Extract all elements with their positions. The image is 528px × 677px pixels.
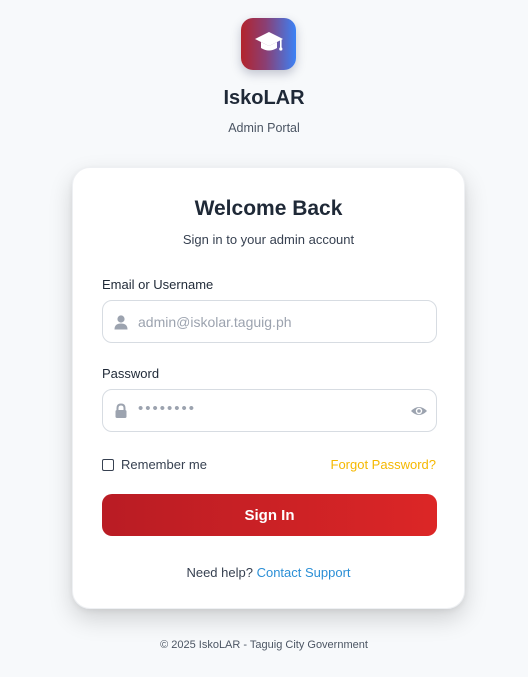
remember-checkbox[interactable] [102, 458, 114, 471]
user-icon [113, 314, 129, 330]
login-title: Welcome Back [194, 197, 343, 220]
email-placeholder: admin@iskolar.taguig.ph [138, 314, 292, 330]
eye-icon[interactable] [410, 403, 428, 419]
help-prefix: Need help? [186, 565, 253, 580]
login-subtitle: Sign in to your admin account [182, 232, 355, 247]
email-label: Email or Username [102, 277, 214, 292]
graduation-cap-icon [254, 30, 284, 59]
forgot-password-link[interactable]: Forgot Password? [331, 457, 437, 472]
remember-me[interactable]: Remember me [102, 457, 207, 472]
contact-support-link[interactable]: Contact Support [257, 565, 351, 580]
login-page: IskoLAR Admin Portal Welcome Back Sign i… [0, 0, 528, 677]
password-masked-value: •••••••• [138, 400, 197, 417]
email-field[interactable]: admin@iskolar.taguig.ph [102, 300, 437, 343]
app-name: IskoLAR [223, 87, 305, 109]
login-card: Welcome Back Sign in to your admin accou… [72, 167, 465, 609]
sign-in-button[interactable]: Sign In [102, 494, 437, 536]
footer-copyright: © 2025 IskoLAR - Taguig City Government [160, 639, 368, 651]
app-logo [241, 18, 296, 70]
password-field[interactable]: •••••••• [102, 389, 437, 432]
lock-icon [113, 403, 129, 419]
help-text: Need help? Contact Support [73, 565, 464, 580]
remember-label: Remember me [121, 457, 207, 472]
password-label: Password [102, 366, 160, 381]
app-subtitle: Admin Portal [228, 121, 300, 135]
